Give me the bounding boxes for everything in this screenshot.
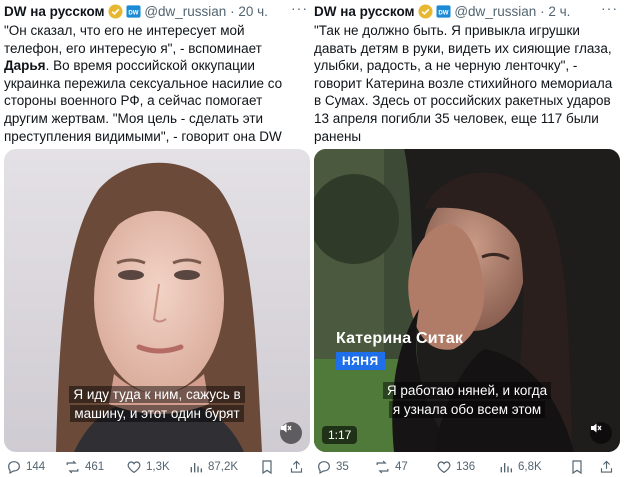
reply-button[interactable]: 144 — [6, 458, 45, 476]
tweet-right[interactable]: DW на русском DW @dw_russian · 2 ч. ··· "… — [314, 0, 620, 477]
views-count: 87,2K — [208, 461, 239, 473]
tweet-text: "Так не должно быть. Я привыкла игрушки … — [314, 23, 613, 144]
caption-line: Я работаю няней, и когда — [382, 382, 552, 399]
reply-icon — [8, 461, 20, 475]
video-duration: 1:17 — [322, 426, 358, 444]
tweet-actions: 144 461 1,3K 87,2K — [4, 458, 310, 476]
reply-count: 35 — [336, 461, 349, 473]
verified-badge-icon — [108, 4, 123, 24]
reply-icon — [318, 461, 330, 475]
share-button[interactable] — [289, 458, 304, 476]
views-count: 6,8K — [518, 461, 542, 473]
video-player[interactable]: Я иду туда к ним, сажусь в машину, и это… — [4, 149, 310, 452]
bookmark-icon — [572, 460, 582, 475]
affiliate-badge-icon: DW — [126, 4, 141, 24]
repost-count: 47 — [395, 461, 408, 473]
tweet-text-bold: Дарья — [4, 58, 46, 74]
svg-text:DW: DW — [438, 9, 448, 16]
mute-icon[interactable] — [590, 422, 612, 444]
like-button[interactable]: 136 — [436, 458, 475, 476]
tweet-text: "Он сказал, что его не интересует мой те… — [4, 22, 304, 145]
repost-icon — [376, 460, 389, 474]
caption-line: Я иду туда к ним, сажусь в — [69, 386, 245, 403]
bookmark-button[interactable] — [260, 458, 274, 476]
tweet-header: DW на русском DW @dw_russian · 20 ч. — [4, 3, 310, 21]
tweet-text-part: "Он сказал, что его не интересует мой те… — [4, 23, 262, 56]
share-icon — [600, 460, 613, 473]
author-name[interactable]: DW на русском — [4, 4, 105, 19]
affiliate-badge-icon: DW — [436, 4, 451, 24]
tweet-text-part: . Во время российской оккупации украинка… — [4, 58, 283, 144]
reply-count: 144 — [26, 461, 46, 473]
like-button[interactable]: 1,3K — [126, 458, 170, 476]
post-time[interactable]: 20 ч. — [238, 4, 268, 19]
repost-icon — [66, 460, 79, 474]
repost-count: 461 — [85, 461, 105, 473]
more-icon[interactable]: ··· — [601, 0, 618, 16]
tweet-actions: 35 47 136 6,8K — [314, 458, 620, 476]
author-handle[interactable]: @dw_russian — [144, 4, 226, 19]
video-caption: Я иду туда к ним, сажусь в машину, и это… — [4, 385, 310, 423]
repost-button[interactable]: 47 — [374, 458, 408, 476]
more-icon[interactable]: ··· — [291, 0, 308, 16]
views-icon — [190, 463, 202, 473]
svg-text:DW: DW — [128, 9, 138, 16]
speaker-name: Катерина Ситак — [336, 330, 464, 347]
tweet-header: DW на русском DW @dw_russian · 2 ч. — [314, 3, 620, 21]
bookmark-icon — [262, 460, 272, 475]
like-count: 1,3K — [146, 461, 170, 473]
views-icon — [500, 463, 512, 473]
dot-separator: · — [230, 4, 235, 19]
bookmark-button[interactable] — [570, 458, 584, 476]
repost-button[interactable]: 461 — [64, 458, 104, 476]
like-icon — [127, 461, 141, 474]
views-button[interactable]: 6,8K — [498, 458, 542, 476]
video-caption: Я работаю няней, и когда я узнала обо вс… — [314, 381, 620, 419]
share-button[interactable] — [599, 458, 614, 476]
caption-line: машину, и этот один бурят — [70, 405, 244, 422]
reply-button[interactable]: 35 — [316, 458, 349, 476]
post-time[interactable]: 2 ч. — [548, 4, 570, 19]
mute-icon[interactable] — [280, 422, 302, 444]
share-icon — [290, 460, 303, 473]
views-button[interactable]: 87,2K — [188, 458, 238, 476]
author-handle[interactable]: @dw_russian — [454, 4, 536, 19]
like-count: 136 — [456, 461, 476, 473]
like-icon — [437, 461, 451, 474]
author-name[interactable]: DW на русском — [314, 4, 415, 19]
video-player[interactable]: Катерина Ситак НЯНЯ Я работаю няней, и к… — [314, 149, 620, 452]
verified-badge-icon — [418, 4, 433, 24]
dot-separator: · — [540, 4, 545, 19]
speaker-role: НЯНЯ — [336, 352, 385, 370]
tweet-left[interactable]: DW на русском DW @dw_russian · 20 ч. ··· … — [4, 0, 310, 477]
caption-line: я узнала обо всем этом — [388, 401, 546, 418]
